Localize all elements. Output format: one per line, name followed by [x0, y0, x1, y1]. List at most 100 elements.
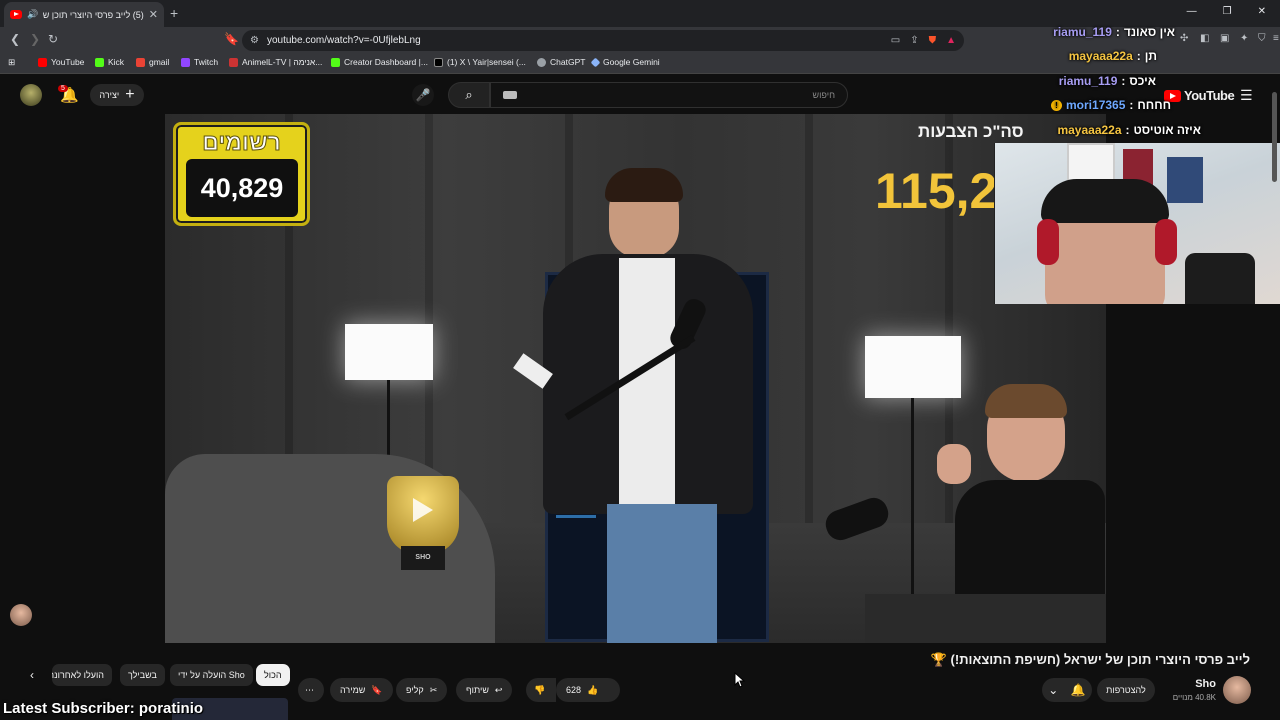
- channel-avatar[interactable]: [1223, 676, 1251, 704]
- chat-username: mori17365: [1066, 98, 1126, 112]
- votes-value: 115,2: [875, 163, 998, 219]
- reload-icon[interactable]: ↻: [48, 32, 58, 46]
- page-scrollbar[interactable]: [1272, 88, 1277, 698]
- bookmark-kick[interactable]: Kick: [95, 57, 124, 67]
- bookmark-label: Twitch: [194, 57, 219, 67]
- latest-subscriber-overlay: Latest Subscriber: poratinio: [3, 700, 204, 717]
- restore-icon[interactable]: ❐: [1223, 6, 1232, 17]
- brave-rewards-icon[interactable]: ▲: [946, 35, 956, 46]
- more-icon: ⋯: [305, 684, 314, 695]
- chat-separator: :: [1121, 74, 1126, 88]
- search-button[interactable]: ⌕: [448, 82, 490, 108]
- mouse-cursor-icon: [734, 672, 746, 688]
- bookmark-creator-dashboard[interactable]: Creator Dashboard |...: [331, 57, 428, 67]
- headphones: [1155, 219, 1177, 265]
- screen: 🔊 (5) לייב פרסי היוצרי תוכן של ✕ + — ❐ ✕…: [0, 0, 1280, 720]
- tab-title: (5) לייב פרסי היוצרי תוכן של: [43, 9, 144, 20]
- window-controls: — ❐ ✕: [1187, 6, 1266, 17]
- channel-name[interactable]: Sho: [1176, 678, 1216, 690]
- bookmark-chatgpt[interactable]: ChatGPT: [537, 57, 585, 67]
- clip-button[interactable]: קליפ ✂: [396, 678, 448, 702]
- chat-message: riamu_119: איכס: [1059, 74, 1156, 88]
- bookmark-anime[interactable]: AnimelL-TV | אנימה...: [229, 57, 322, 67]
- save-button[interactable]: שמירה 🔖: [330, 678, 393, 702]
- twitch-icon: [181, 57, 190, 67]
- account-avatar[interactable]: [20, 84, 42, 106]
- chat-text: תן: [1144, 49, 1157, 63]
- chat-username: mayaaa22a: [1068, 49, 1133, 63]
- trophy-play-button: [387, 476, 459, 554]
- chip-uploaded-by-sho[interactable]: הועלה על ידי Sho: [170, 664, 253, 686]
- bookmark-youtube[interactable]: YouTube: [38, 57, 84, 67]
- dislike-icon: 👎: [534, 684, 546, 695]
- more-actions-button[interactable]: ⋯: [298, 678, 324, 702]
- sidebar-avatar[interactable]: [10, 604, 32, 626]
- video-title: לייב פרסי היוצרי תוכן של ישראל (חשיפת הת…: [930, 652, 1250, 667]
- gmail-icon: [136, 57, 145, 67]
- share-button[interactable]: שיתוף ↩: [456, 678, 513, 702]
- bookmark-label: Creator Dashboard |...: [344, 57, 428, 67]
- search-input[interactable]: חיפוש: [490, 82, 848, 108]
- chat-text: אין סאונד: [1123, 25, 1175, 39]
- address-bar[interactable]: ⚙ youtube.com/watch?v=-0UfjlebLng ▭ ⇪ ⛊ …: [242, 30, 964, 51]
- subscribed-bell-dropdown[interactable]: ⌄ 🔔: [1042, 678, 1092, 702]
- like-count: 628: [566, 685, 582, 695]
- chips-scroll-left-icon[interactable]: ‹: [30, 668, 34, 682]
- sofa: [865, 594, 1106, 643]
- bookmark-label: AnimelL-TV | אנימה...: [242, 57, 323, 67]
- back-icon[interactable]: ❮: [10, 32, 20, 46]
- close-tab-icon[interactable]: ✕: [149, 8, 158, 21]
- play-icon: [413, 498, 433, 522]
- cast-icon[interactable]: ▭: [891, 35, 900, 46]
- chat-message: riamu_119: אין סאונד: [1053, 25, 1175, 39]
- x-icon: [434, 57, 443, 67]
- bookmark-label: Kick: [108, 57, 125, 67]
- plus-icon: +: [125, 86, 135, 103]
- channel-subscriber-count: 40.8K מנויים: [1172, 693, 1216, 702]
- chat-username: riamu_119: [1053, 25, 1112, 39]
- join-button[interactable]: להצטרפות: [1097, 678, 1155, 702]
- bookmark-x[interactable]: (1) X \ Yair|sensei (...: [434, 57, 526, 67]
- forward-icon[interactable]: ❯: [30, 32, 40, 46]
- chat-message: ! mori17365: חחחח: [1051, 98, 1171, 112]
- site-info-icon[interactable]: ⚙: [250, 35, 259, 46]
- bookmark-gemini[interactable]: Google Gemini: [590, 57, 660, 67]
- new-tab-icon[interactable]: +: [170, 5, 178, 21]
- youtube-bookmark-icon: [38, 57, 47, 67]
- apps-icon[interactable]: ⊞: [8, 57, 15, 68]
- chip-all[interactable]: הכול: [256, 664, 290, 686]
- studio-light-left: [345, 324, 433, 380]
- chat-separator: :: [1129, 98, 1134, 112]
- chip-recently-uploaded[interactable]: הועלו לאחרונה: [52, 664, 112, 686]
- chevron-down-icon: ⌄: [1048, 683, 1059, 697]
- minimize-icon[interactable]: —: [1187, 6, 1197, 17]
- notifications-badge: 5: [58, 85, 68, 92]
- gemini-icon: [590, 57, 601, 67]
- bookmark-page-icon[interactable]: 🔖: [224, 32, 239, 46]
- bell-icon: 🔔: [1070, 683, 1086, 697]
- voice-search-icon[interactable]: 🎤: [412, 84, 434, 106]
- kick-icon: [331, 57, 340, 67]
- browser-tab[interactable]: 🔊 (5) לייב פרסי היוצרי תוכן של ✕: [4, 2, 164, 27]
- create-button[interactable]: יצירה +: [90, 84, 144, 106]
- close-window-icon[interactable]: ✕: [1258, 6, 1266, 17]
- brave-shield-icon[interactable]: ⛊: [929, 35, 937, 46]
- keyboard-icon[interactable]: [503, 91, 517, 99]
- video-player[interactable]: SHO רשומים 40,829 סה"כ הצבעות 115,2: [165, 114, 1106, 643]
- share-label: שיתוף: [466, 685, 489, 695]
- youtube-favicon-icon: [10, 10, 22, 19]
- bookmark-gmail[interactable]: gmail: [136, 57, 169, 67]
- like-icon[interactable]: 👍: [587, 685, 598, 696]
- speaker-icon[interactable]: 🔊: [27, 9, 38, 20]
- headphones: [1037, 219, 1059, 265]
- dislike-button[interactable]: 👎: [526, 678, 556, 702]
- chip-for-you[interactable]: בשבילך: [120, 664, 165, 686]
- share-page-icon[interactable]: ⇪: [910, 35, 918, 46]
- scrollbar-thumb[interactable]: [1272, 92, 1277, 182]
- clip-label: קליפ: [406, 685, 424, 695]
- window: [1067, 143, 1115, 183]
- chat-username: mayaaa22a: [1057, 123, 1122, 137]
- bookmark-twitch[interactable]: Twitch: [181, 57, 218, 67]
- url-text: youtube.com/watch?v=-0UfjlebLng: [266, 35, 421, 46]
- stream-chat-overlay: riamu_119: אין סאונד mayaaa22a: תן riamu_1…: [1030, 22, 1280, 146]
